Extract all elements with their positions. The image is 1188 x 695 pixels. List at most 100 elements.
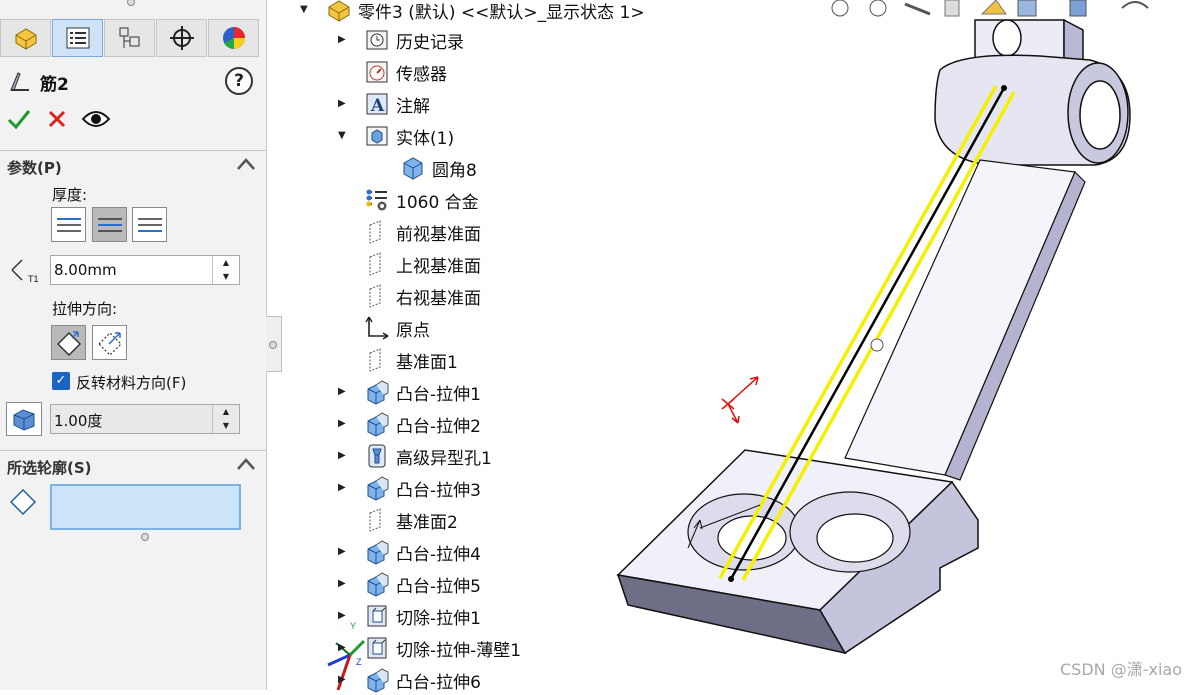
ok-button[interactable]: [6, 106, 32, 132]
svg-text:A: A: [370, 96, 385, 116]
tree-item[interactable]: ▶ 凸台-拉伸2: [338, 409, 481, 439]
watermark-text: CSDN @潇-xiao: [1060, 660, 1182, 679]
collapse-arrow-icon[interactable]: ▼: [300, 4, 312, 16]
display-manager-icon: [222, 27, 245, 50]
thickness-both-sides-button[interactable]: [92, 207, 127, 242]
help-button[interactable]: ?: [225, 67, 253, 95]
tree-item[interactable]: ▶ 凸台-拉伸1: [338, 377, 481, 407]
draft-icon: [13, 409, 35, 431]
tab-dimxpert-manager[interactable]: [156, 19, 207, 57]
tree-item[interactable]: 上视基准面: [364, 249, 481, 279]
expand-arrow-icon[interactable]: ▶: [338, 610, 350, 622]
tree-item-label: 基准面1: [396, 352, 458, 373]
expand-arrow-icon[interactable]: ▶: [338, 642, 350, 654]
tree-item-label: 凸台-拉伸6: [396, 672, 481, 693]
tree-item-label: 凸台-拉伸2: [396, 416, 481, 437]
tree-item[interactable]: ▶ A 注解: [338, 89, 430, 119]
preview-button[interactable]: [80, 106, 112, 132]
tab-property-manager[interactable]: [52, 19, 103, 57]
tree-item[interactable]: 前视基准面: [364, 217, 481, 247]
expand-arrow-icon[interactable]: ▶: [338, 386, 350, 398]
cut-extrude-icon: [364, 603, 390, 629]
part-icon: [15, 28, 36, 50]
thickness-input[interactable]: 8.00mm ▲ ▼: [50, 255, 240, 285]
tree-item[interactable]: 圆角8: [400, 153, 477, 183]
parallel-to-sketch-button[interactable]: [51, 325, 86, 360]
checkmark-icon: [7, 110, 31, 130]
chevron-up-icon[interactable]: [236, 157, 256, 171]
thickness-spinner[interactable]: ▲ ▼: [212, 256, 239, 284]
tab-feature-manager[interactable]: [0, 19, 51, 57]
tree-item[interactable]: 1060 合金: [364, 185, 479, 215]
boss-extrude-icon: [364, 571, 390, 597]
normal-to-sketch-button[interactable]: [92, 325, 127, 360]
tree-item[interactable]: 传感器: [364, 57, 447, 87]
sensor-icon: [364, 59, 390, 85]
tree-item-label: 凸台-拉伸5: [396, 576, 481, 597]
spin-up-icon[interactable]: ▲: [213, 256, 239, 270]
solid-body-icon: [400, 155, 426, 181]
spin-down-icon[interactable]: ▼: [213, 270, 239, 284]
tree-item[interactable]: ▶ 凸台-拉伸4: [338, 537, 481, 567]
tab-display-manager[interactable]: [208, 19, 259, 57]
expand-arrow-icon[interactable]: ▶: [338, 578, 350, 590]
selected-contours-section-title: 所选轮廓(S): [7, 459, 92, 477]
tree-item[interactable]: 基准面2: [364, 505, 458, 535]
expand-arrow-icon[interactable]: ▶: [338, 34, 350, 46]
spin-down-icon[interactable]: ▼: [213, 419, 239, 433]
tab-configuration-manager[interactable]: [104, 19, 155, 57]
tree-item[interactable]: 右视基准面: [364, 281, 481, 311]
cancel-button[interactable]: [44, 106, 70, 132]
expand-arrow-icon[interactable]: ▶: [338, 674, 350, 686]
tree-item-label: 右视基准面: [396, 288, 481, 309]
tree-item-label: 切除-拉伸1: [396, 608, 481, 629]
origin-icon: [364, 315, 390, 341]
plane-icon: [364, 347, 390, 373]
tree-item[interactable]: ▼ 实体(1): [338, 121, 454, 151]
feature-name: 筋2: [40, 74, 69, 95]
thickness-second-side-button[interactable]: [132, 207, 167, 242]
tree-item[interactable]: ▶ 高级异型孔1: [338, 441, 492, 471]
expand-arrow-icon[interactable]: ▶: [338, 98, 350, 110]
tree-item-label: 凸台-拉伸1: [396, 384, 481, 405]
tree-root[interactable]: ▼ 零件3 (默认) <<默认>_显示状态 1>: [300, 0, 645, 25]
chevron-up-icon[interactable]: [236, 457, 256, 471]
normal-direction-icon: [97, 331, 122, 356]
expand-arrow-icon[interactable]: ▶: [338, 450, 350, 462]
tree-item[interactable]: ▶ 凸台-拉伸6: [338, 665, 481, 695]
flip-material-label: 反转材料方向(F): [76, 374, 187, 392]
boss-extrude-icon: [364, 475, 390, 501]
tree-item-label: 原点: [396, 320, 430, 341]
tree-item-label: 切除-拉伸-薄壁1: [396, 640, 522, 661]
collapse-arrow-icon[interactable]: ▼: [338, 130, 350, 142]
tree-item[interactable]: ▶ 历史记录: [338, 25, 464, 55]
selected-contours-section-header[interactable]: 所选轮廓(S): [0, 450, 266, 481]
boss-extrude-icon: [364, 667, 390, 693]
draft-toggle-button[interactable]: [6, 402, 42, 436]
selected-contours-list[interactable]: [50, 484, 241, 530]
parameters-section-header[interactable]: 参数(P): [0, 150, 266, 181]
expand-arrow-icon[interactable]: ▶: [338, 546, 350, 558]
tree-item[interactable]: 基准面1: [364, 345, 458, 375]
draft-angle-spinner[interactable]: ▲ ▼: [212, 405, 239, 433]
expand-arrow-icon[interactable]: ▶: [338, 482, 350, 494]
expand-arrow-icon[interactable]: ▶: [338, 418, 350, 430]
boss-extrude-icon: [364, 411, 390, 437]
tree-item-label: 凸台-拉伸4: [396, 544, 481, 565]
tree-item[interactable]: 原点: [364, 313, 430, 343]
feature-title: 筋2: [8, 68, 69, 96]
panel-collapse-dot: [269, 341, 277, 349]
spin-up-icon[interactable]: ▲: [213, 405, 239, 419]
tree-item[interactable]: ▶ 切除-拉伸-薄壁1: [338, 633, 522, 663]
tree-item[interactable]: ▶ 凸台-拉伸5: [338, 569, 481, 599]
draft-angle-input[interactable]: 1.00度 ▲ ▼: [50, 404, 240, 434]
tree-item[interactable]: ▶ 切除-拉伸1: [338, 601, 481, 631]
thickness-first-side-button[interactable]: [51, 207, 86, 242]
tree-item[interactable]: ▶ 凸台-拉伸3: [338, 473, 481, 503]
flip-material-checkbox[interactable]: ✓: [52, 372, 70, 390]
solid-bodies-icon: [364, 123, 390, 149]
top-splitter-handle[interactable]: [127, 0, 135, 6]
property-list-icon: [66, 27, 89, 49]
boss-extrude-icon: [364, 379, 390, 405]
list-resize-handle[interactable]: [141, 533, 149, 541]
